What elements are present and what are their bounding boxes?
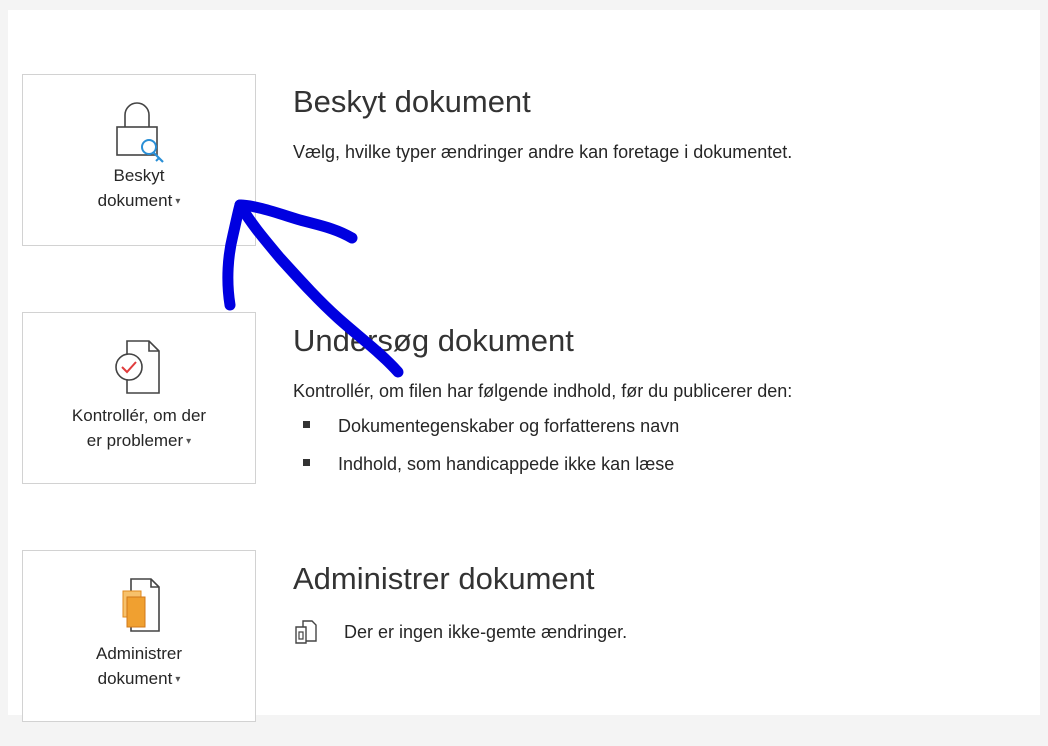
list-item: Indhold, som handicappede ikke kan læse: [303, 454, 674, 475]
document-check-icon: [115, 340, 160, 394]
lock-key-icon: [116, 102, 164, 163]
list-item-text: Indhold, som handicappede ikke kan læse: [338, 454, 675, 474]
tile-label-line: Kontrollér, om der: [71, 406, 207, 425]
tile-label-line: er problemer: [86, 431, 184, 450]
protect-document-label: Beskyt dokument ▾: [23, 163, 255, 214]
chevron-down-icon: ▾: [175, 196, 181, 207]
bullet-icon: [303, 421, 310, 428]
manage-document-label: Administrer dokument ▾: [23, 641, 255, 692]
list-item: Dokumentegenskaber og forfatterens navn: [303, 416, 679, 437]
tile-label-line: dokument: [97, 191, 173, 210]
list-item-text: Dokumentegenskaber og forfatterens navn: [338, 416, 680, 436]
check-for-issues-label: Kontrollér, om der er problemer ▾: [23, 403, 255, 454]
tile-label-line: Administrer: [96, 644, 182, 663]
chevron-down-icon: ▾: [186, 436, 192, 447]
manage-document-icon: [122, 578, 160, 632]
manage-document-heading: Administrer dokument: [293, 561, 595, 596]
tile-label-line: dokument: [97, 669, 173, 688]
protect-document-description: Vælg, hvilke typer ændringer andre kan f…: [293, 142, 793, 162]
tile-label-line: Beskyt: [113, 166, 165, 185]
manage-document-button[interactable]: Administrer dokument ▾: [22, 550, 256, 722]
bullet-icon: [303, 459, 310, 466]
protect-document-button[interactable]: Beskyt dokument ▾: [22, 74, 256, 246]
chevron-down-icon: ▾: [175, 674, 181, 685]
document-versions-icon: [295, 620, 317, 644]
unsaved-changes-status: Der er ingen ikke-gemte ændringer.: [344, 622, 628, 642]
inspect-document-description: Kontrollér, om filen har følgende indhol…: [293, 381, 793, 401]
inspect-document-heading: Undersøg dokument: [293, 323, 574, 358]
check-for-issues-button[interactable]: Kontrollér, om der er problemer ▾: [22, 312, 256, 484]
protect-document-heading: Beskyt dokument: [293, 84, 531, 119]
